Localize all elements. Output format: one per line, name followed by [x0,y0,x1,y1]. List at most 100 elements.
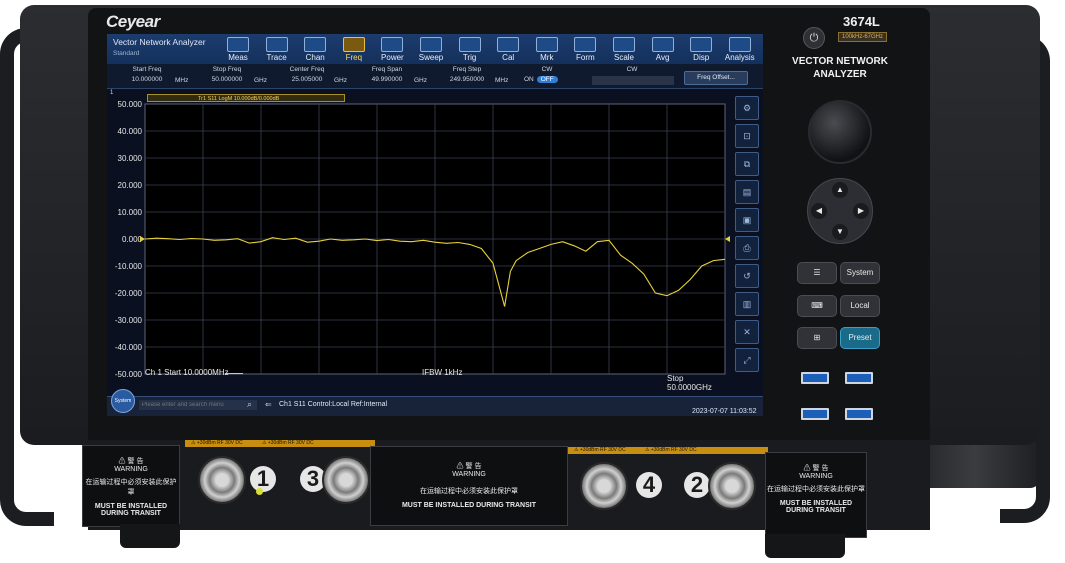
cw-toggle[interactable]: ON OFF [524,76,558,83]
arrow-down-icon[interactable]: ▼ [832,224,848,240]
warning-en-text: MUST BE INSTALLED DURING TRANSIT [779,500,853,514]
reference-marker-left [140,236,145,242]
brand-logo: Ceyear [106,12,160,31]
toolbar-trace-button[interactable]: Trace [256,35,298,63]
toolbar-label: Form [576,53,595,62]
port-2-connector[interactable] [708,462,756,510]
usb-port[interactable] [845,408,873,420]
toolbar-cal-button[interactable]: Cal [487,35,529,63]
toolbar-label: Mrk [540,53,554,62]
print-icon[interactable]: ⎙ [735,236,759,260]
cw-label: CW [541,66,553,73]
toolbar-label: Sweep [418,53,444,62]
start-freq-field[interactable]: Start Freq 10.000000 [117,66,177,83]
port-4-connector[interactable] [580,462,628,510]
trace-label[interactable]: Tr1 S11 LogM 10.000dB/0.000dB [147,94,345,102]
toolbar-form-button[interactable]: Form [564,35,606,63]
softkey-toolbar: Vector Network Analyzer Standard Meas Tra… [107,34,763,64]
warning-icon: ⚠ 警 告 [803,465,829,472]
port-3-connector[interactable] [322,456,370,504]
frequency-range-badge: 100kHz-67GHz [838,32,888,42]
toolbar-disp-button[interactable]: Disp [680,35,722,63]
status-stop: Stop 50.0000GHz [667,374,712,392]
menu-icon[interactable]: ☰ [797,262,837,284]
system-button[interactable]: System [111,389,135,413]
cw-frequency-field[interactable] [592,76,674,85]
reference-marker-right [725,236,730,242]
system-hard-key[interactable]: System [840,262,880,284]
toolbar-analysis-button[interactable]: Analysis [719,35,761,63]
cw-off-label: OFF [536,76,558,83]
y-tick-label: 10.000 [118,208,143,217]
transit-cover-right: ⚠ 警 告 WARNING 在运输过程中必须安装此保护罩 MUST BE INS… [765,452,867,538]
toolbar-meas-button[interactable]: Meas [217,35,259,63]
ports-1-3-rating: ⚠ +30dBm RF 30V DC ⚠ +30dBm RF 30V DC [185,440,375,447]
y-tick-label: -40.000 [115,343,143,352]
arrow-left-icon[interactable]: ◀ [811,203,827,219]
preset-hard-key[interactable]: Preset [840,327,880,349]
search-icon[interactable]: ⌕ [247,399,259,411]
toolbar-freq-button[interactable]: Freq [333,35,375,63]
arrow-up-icon[interactable]: ▲ [832,182,848,198]
rotary-knob[interactable] [808,100,872,164]
toolbar-mrk-button[interactable]: Mrk [526,35,568,63]
frequency-parameter-bar: Start Freq 10.000000 MHz Stop Freq 50.00… [107,64,763,89]
power-button-icon[interactable]: ⏻ [803,27,825,49]
freq-span-field[interactable]: Freq Span 49.990000 [357,66,417,83]
zoom-icon[interactable]: ⊡ [735,124,759,148]
stop-freq-field[interactable]: Stop Freq 50.000000 [197,66,257,83]
freq-step-label: Freq Step [452,66,482,73]
toolbar-power-button[interactable]: Power [371,35,413,63]
y-tick-label: 0.000 [122,235,143,244]
measure-icon [227,37,249,52]
toolbar-scale-button[interactable]: Scale [603,35,645,63]
transit-cover-center: ⚠ 警 告 WARNING 在运输过程中必须安装此保护罩 MUST BE INS… [370,446,568,526]
back-arrow-icon[interactable]: ⇐ [265,400,272,409]
app-title: Vector Network Analyzer [113,37,206,47]
y-tick-label: -10.000 [115,262,143,271]
report-icon[interactable]: ▤ [735,180,759,204]
usb-port[interactable] [845,372,873,384]
app-subtitle: Standard [113,50,140,57]
recall-icon[interactable]: ↺ [735,264,759,288]
toolbar-label: Meas [228,53,248,62]
file-icon[interactable]: ▥ [735,292,759,316]
toolbar-avg-button[interactable]: Avg [642,35,684,63]
format-icon [574,37,597,52]
windows-icon[interactable]: ⊞ [797,327,837,349]
menu-search-input[interactable] [139,400,257,410]
local-hard-key[interactable]: Local [840,295,880,317]
stop-freq-unit: GHz [254,77,267,84]
y-tick-label: 30.000 [118,154,143,163]
center-freq-field[interactable]: Center Freq 25.005000 [277,66,337,83]
product-name: VECTOR NETWORK ANALYZER [790,55,890,81]
average-icon [651,37,674,52]
arrow-right-icon[interactable]: ▶ [853,203,869,219]
fullscreen-icon[interactable]: ⤢ [735,348,759,372]
warning-icon: ⚠ 警 告 [456,463,482,470]
close-window-icon[interactable]: ✕ [735,320,759,344]
settings-icon[interactable]: ⚙ [735,96,759,120]
toolbar-chan-button[interactable]: Chan [294,35,336,63]
analysis-icon [728,37,751,52]
calibration-icon [497,37,520,52]
y-tick-label: -30.000 [115,316,143,325]
freq-offset-button[interactable]: Freq Offset... [684,71,748,85]
save-icon[interactable]: ▣ [735,208,759,232]
warning-icon: ⚠ 警 告 [118,458,144,465]
usb-port[interactable] [801,372,829,384]
toolbar-label: Cal [502,53,515,62]
copy-icon[interactable]: ⧉ [735,152,759,176]
right-tool-column: ⚙ ⊡ ⧉ ▤ ▣ ⎙ ↺ ▥ ✕ ⤢ [731,92,763,392]
toolbar-label: Trig [462,53,477,62]
freq-span-label: Freq Span [371,66,403,73]
usb-port[interactable] [801,408,829,420]
freq-step-field[interactable]: Freq Step 249.950000 [437,66,497,83]
warning-cn-text: 在运输过程中必须安装此保护罩 [85,479,177,496]
port-1-connector[interactable] [198,456,246,504]
toolbar-sweep-button[interactable]: Sweep [410,35,452,63]
y-tick-label: 40.000 [118,127,143,136]
toolbar-trig-button[interactable]: Trig [449,35,491,63]
start-freq-unit: MHz [175,77,189,84]
keyboard-icon[interactable]: ⌨ [797,295,837,317]
